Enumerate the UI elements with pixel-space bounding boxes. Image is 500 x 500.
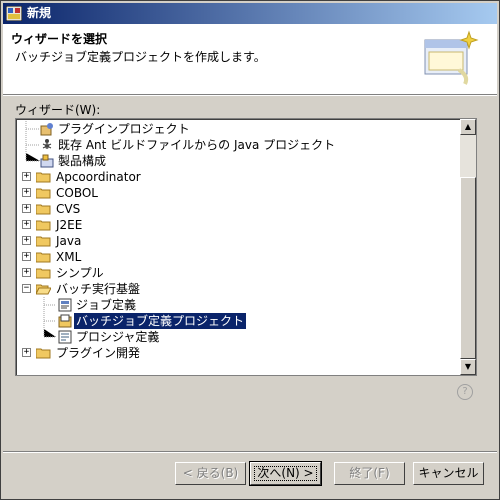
scroll-up-button[interactable]: ▲	[460, 119, 476, 135]
folder-icon	[36, 252, 51, 263]
scroll-thumb[interactable]	[460, 177, 476, 359]
folder-icon	[36, 188, 51, 199]
collapse-icon[interactable]: −	[22, 284, 31, 293]
finish-button[interactable]: 終了(F)	[334, 462, 405, 485]
tree-item-label: バッチ実行基盤	[56, 282, 141, 296]
expand-icon[interactable]: +	[22, 188, 31, 197]
tree-item-label: 既存 Ant ビルドファイルからの Java プロジェクト	[58, 138, 336, 152]
button-separator-highlight	[3, 452, 497, 453]
tree-line-icon	[25, 137, 40, 153]
new-wizard-dialog: 新規 ウィザードを選択 バッチジョブ定義プロジェクトを作成します。 ウィザード(…	[0, 0, 500, 500]
tree-item-label: プラグインプロジェクト	[58, 122, 190, 136]
focus-rect	[254, 466, 317, 481]
tree-line-icon	[43, 329, 56, 338]
back-button[interactable]: < 戻る(B)	[175, 462, 246, 485]
tree-item[interactable]: 既存 Ant ビルドファイルからの Java プロジェクト	[16, 137, 456, 153]
tree-item-label: Apcoordinator	[56, 170, 141, 184]
folder-icon	[36, 236, 51, 247]
expand-icon[interactable]: +	[22, 236, 31, 245]
tree-item-label: プロシジャ定義	[76, 330, 160, 344]
tree-item-label: プラグイン開発	[56, 346, 141, 360]
expand-icon[interactable]: +	[22, 252, 31, 261]
folder-icon	[36, 172, 51, 183]
tree-item[interactable]: プラグインプロジェクト	[16, 121, 456, 137]
header-description: バッチジョブ定義プロジェクトを作成します。	[15, 50, 266, 64]
tree-item[interactable]: ジョブ定義	[16, 297, 456, 313]
tree-item[interactable]: + J2EE	[16, 217, 456, 233]
job-definition-icon	[58, 298, 72, 312]
tree-item[interactable]: プロシジャ定義	[16, 329, 456, 345]
tree-item[interactable]: − バッチ実行基盤	[16, 281, 456, 297]
open-folder-icon	[36, 284, 51, 295]
tree-item[interactable]: + XML	[16, 249, 456, 265]
tree-item-label: COBOL	[56, 186, 98, 200]
tree-line-icon	[43, 297, 56, 313]
cancel-button[interactable]: キャンセル	[413, 462, 484, 485]
wizard-tree-label: ウィザード(W):	[15, 103, 101, 117]
plugin-project-icon	[40, 123, 53, 136]
expand-icon[interactable]: +	[22, 204, 31, 213]
tree-item[interactable]: バッチジョブ定義プロジェクト	[16, 312, 456, 330]
tree-item[interactable]: + Java	[16, 233, 456, 249]
tree-item[interactable]: + CVS	[16, 201, 456, 217]
header-title: ウィザードを選択	[11, 32, 108, 46]
tree-item[interactable]: 製品構成	[16, 153, 456, 169]
batch-job-project-icon	[58, 314, 72, 328]
scroll-down-button[interactable]: ▼	[460, 359, 476, 375]
wizard-header: ウィザードを選択 バッチジョブ定義プロジェクトを作成します。	[3, 24, 497, 95]
tree-line-icon	[25, 121, 40, 137]
tree-item[interactable]: + プラグイン開発	[16, 345, 456, 361]
wizard-banner-icon	[424, 30, 479, 85]
tree-item[interactable]: + シンプル	[16, 265, 456, 281]
expand-icon[interactable]: +	[22, 172, 31, 181]
wizard-tree[interactable]: プラグインプロジェクト 既存 Ant ビルドファイルからの Java プロジェク…	[15, 118, 477, 376]
window-title: 新規	[27, 6, 52, 20]
tree-line-icon	[25, 153, 40, 162]
folder-icon	[36, 268, 51, 279]
folder-icon	[36, 204, 51, 215]
tree-line-icon	[43, 313, 56, 329]
expand-icon[interactable]: +	[22, 220, 31, 229]
product-configuration-icon	[40, 154, 54, 168]
header-separator	[3, 95, 497, 96]
next-button[interactable]: 次へ(N) >	[249, 461, 322, 486]
tree-item[interactable]: + COBOL	[16, 185, 456, 201]
tree-item-label: CVS	[56, 202, 81, 216]
tree-vertical-scrollbar[interactable]: ▲ ▼	[460, 119, 476, 375]
folder-icon	[36, 348, 51, 359]
tree-item-label: シンプル	[56, 266, 104, 280]
tree-item-label: 製品構成	[58, 154, 107, 168]
expand-icon[interactable]: +	[22, 348, 31, 357]
folder-icon	[36, 220, 51, 231]
tree-item-label: J2EE	[56, 218, 83, 232]
tree-item-label: XML	[56, 250, 82, 264]
app-icon	[6, 6, 22, 21]
tree-item[interactable]: + Apcoordinator	[16, 169, 456, 185]
tree-item-label: ジョブ定義	[76, 298, 137, 312]
help-icon[interactable]: ?	[457, 384, 473, 400]
tree-item-label: バッチジョブ定義プロジェクト	[72, 312, 248, 330]
title-bar[interactable]: 新規	[3, 3, 497, 24]
tree-item-label: Java	[56, 234, 82, 248]
procedure-definition-icon	[58, 330, 72, 344]
ant-icon	[42, 139, 52, 149]
expand-icon[interactable]: +	[22, 268, 31, 277]
